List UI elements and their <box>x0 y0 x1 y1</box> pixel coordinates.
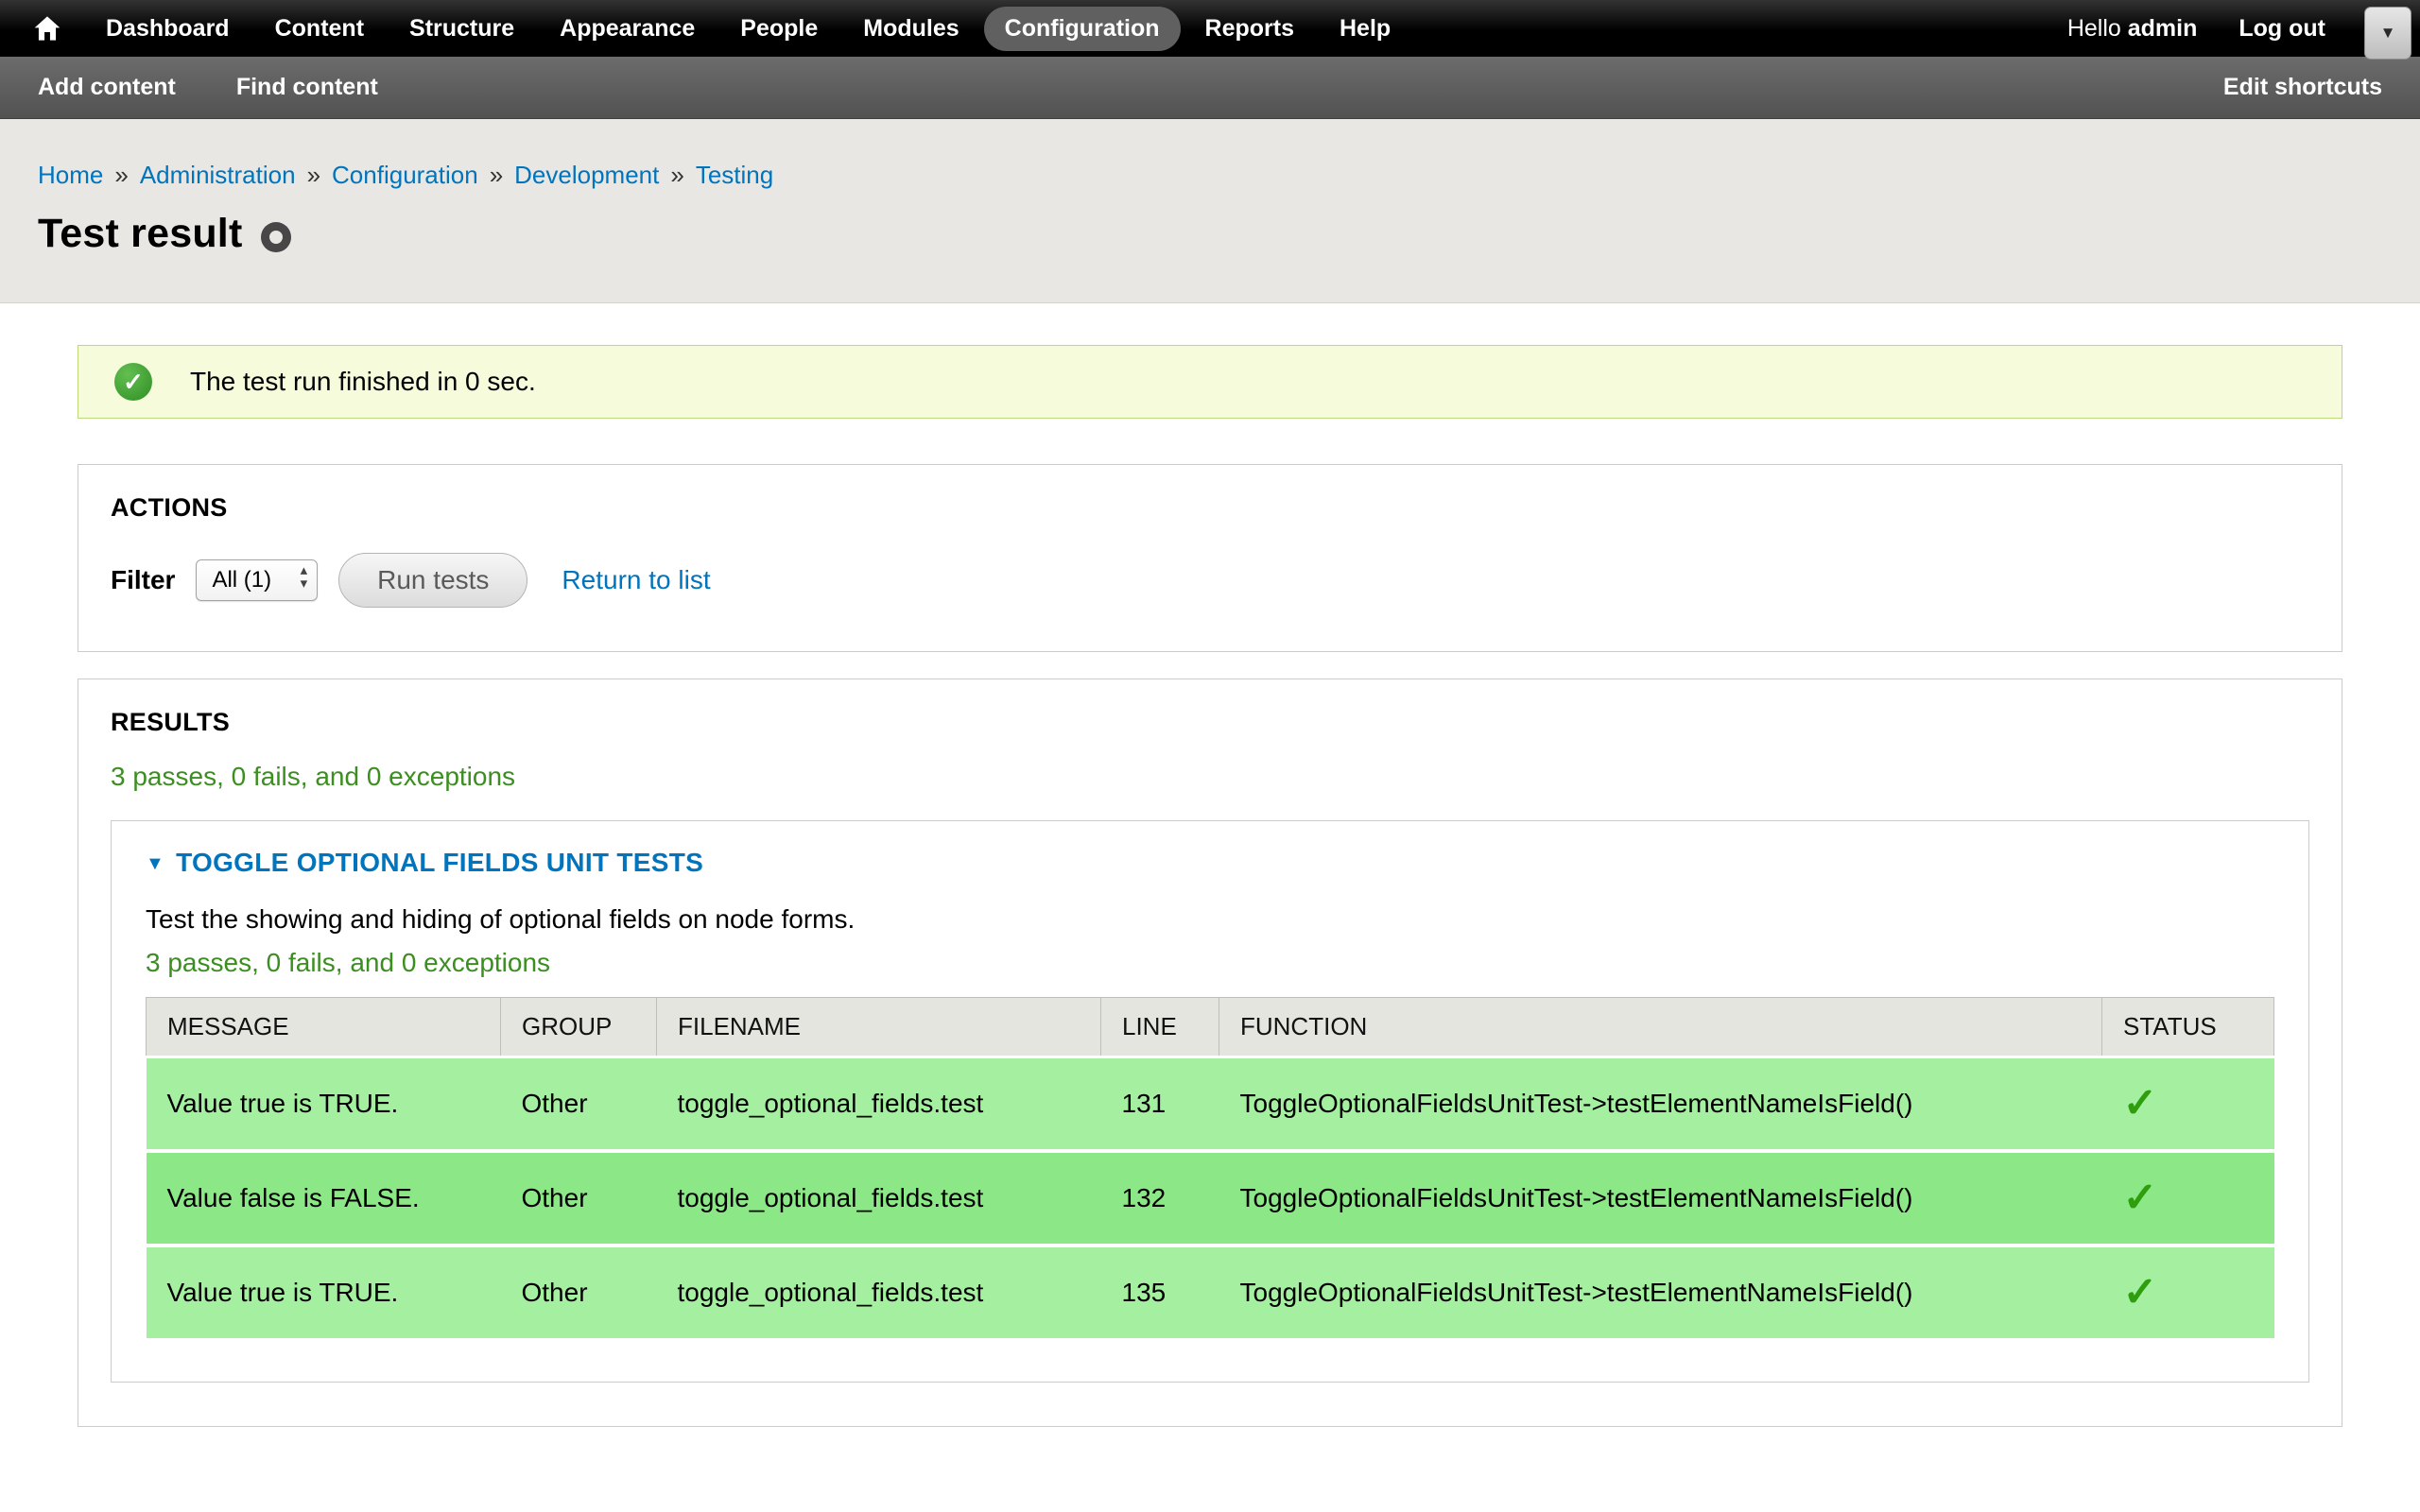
column-header-line: LINE <box>1101 998 1219 1057</box>
toolbar-item-help[interactable]: Help <box>1319 7 1411 51</box>
filter-row: Filter All (1) ▴▾ Run tests Return to li… <box>111 553 2309 608</box>
main-content: ✓ The test run finished in 0 sec. ACTION… <box>0 303 2420 1510</box>
filter-select[interactable]: All (1) ▴▾ <box>196 559 318 601</box>
breadcrumb-home[interactable]: Home <box>38 161 103 189</box>
page-header: Home » Administration » Configuration » Develo… <box>0 119 2420 303</box>
admin-toolbar: Dashboard Content Structure Appearance P… <box>0 0 2420 57</box>
edit-shortcuts-link[interactable]: Edit shortcuts <box>2223 74 2382 101</box>
actions-panel: ACTIONS Filter All (1) ▴▾ Run tests Retu… <box>78 464 2342 652</box>
home-icon[interactable] <box>19 0 76 57</box>
cell-status: ✓ <box>2102 1246 2274 1340</box>
cell-message: Value false is FALSE. <box>147 1151 501 1246</box>
cell-message: Value true is TRUE. <box>147 1057 501 1152</box>
toolbar-item-dashboard[interactable]: Dashboard <box>85 7 251 51</box>
table-header-row: MESSAGE GROUP FILENAME LINE FUNCTION STA… <box>147 998 2274 1057</box>
table-row: Value true is TRUE. Other toggle_optiona… <box>147 1246 2274 1340</box>
column-header-status: STATUS <box>2102 998 2274 1057</box>
select-arrows-icon: ▴▾ <box>301 564 308 592</box>
cell-line: 132 <box>1101 1151 1219 1246</box>
shortcut-find-content[interactable]: Find content <box>236 74 378 101</box>
cell-line: 135 <box>1101 1246 1219 1340</box>
results-panel: RESULTS 3 passes, 0 fails, and 0 excepti… <box>78 679 2342 1427</box>
cell-filename: toggle_optional_fields.test <box>657 1246 1101 1340</box>
cell-function: ToggleOptionalFieldsUnitTest->testElemen… <box>1219 1057 2102 1152</box>
cell-line: 131 <box>1101 1057 1219 1152</box>
test-group-title: TOGGLE OPTIONAL FIELDS UNIT TESTS <box>176 848 703 878</box>
results-table: MESSAGE GROUP FILENAME LINE FUNCTION STA… <box>146 997 2274 1342</box>
results-legend: RESULTS <box>111 708 2309 737</box>
toolbar-toggle-button[interactable]: ▼ <box>2364 7 2411 60</box>
breadcrumb-testing[interactable]: Testing <box>696 161 773 189</box>
gear-icon[interactable] <box>261 222 291 252</box>
pass-check-icon: ✓ <box>2123 1080 2158 1126</box>
title-row: Test result <box>38 211 2382 257</box>
results-summary: 3 passes, 0 fails, and 0 exceptions <box>111 762 2309 792</box>
breadcrumb-development[interactable]: Development <box>514 161 659 189</box>
page-title: Test result <box>38 211 242 257</box>
breadcrumb-administration[interactable]: Administration <box>140 161 296 189</box>
test-group-summary: 3 passes, 0 fails, and 0 exceptions <box>146 948 2274 978</box>
toolbar-item-structure[interactable]: Structure <box>389 7 535 51</box>
toolbar-user-area: Hello admin Log out <box>2067 15 2325 43</box>
toolbar-item-configuration[interactable]: Configuration <box>984 7 1181 51</box>
breadcrumb-separator: » <box>490 161 503 189</box>
column-header-message: MESSAGE <box>147 998 501 1057</box>
success-icon: ✓ <box>114 363 152 401</box>
table-row: Value true is TRUE. Other toggle_optiona… <box>147 1057 2274 1152</box>
breadcrumb-separator: » <box>307 161 320 189</box>
filter-label: Filter <box>111 565 175 595</box>
cell-filename: toggle_optional_fields.test <box>657 1151 1101 1246</box>
breadcrumb-separator: » <box>114 161 128 189</box>
test-group-toggle[interactable]: ▼ TOGGLE OPTIONAL FIELDS UNIT TESTS <box>146 848 2274 878</box>
column-header-filename: FILENAME <box>657 998 1101 1057</box>
return-to-list-link[interactable]: Return to list <box>562 565 710 595</box>
breadcrumb-configuration[interactable]: Configuration <box>332 161 478 189</box>
toolbar-item-modules[interactable]: Modules <box>842 7 979 51</box>
cell-status: ✓ <box>2102 1057 2274 1152</box>
shortcut-bar: Add content Find content Edit shortcuts <box>0 57 2420 119</box>
home-glyph <box>32 13 62 43</box>
pass-check-icon: ✓ <box>2123 1175 2158 1221</box>
cell-message: Value true is TRUE. <box>147 1246 501 1340</box>
cell-group: Other <box>501 1246 657 1340</box>
breadcrumb-separator: » <box>670 161 683 189</box>
breadcrumb: Home » Administration » Configuration » Develo… <box>38 161 2382 190</box>
status-text: The test run finished in 0 sec. <box>190 367 536 397</box>
cell-function: ToggleOptionalFieldsUnitTest->testElemen… <box>1219 1246 2102 1340</box>
check-glyph: ✓ <box>123 368 144 397</box>
column-header-function: FUNCTION <box>1219 998 2102 1057</box>
test-group-description: Test the showing and hiding of optional … <box>146 904 2274 935</box>
cell-function: ToggleOptionalFieldsUnitTest->testElemen… <box>1219 1151 2102 1246</box>
toolbar-item-content[interactable]: Content <box>254 7 385 51</box>
toolbar-item-people[interactable]: People <box>719 7 838 51</box>
cell-group: Other <box>501 1151 657 1246</box>
status-message: ✓ The test run finished in 0 sec. <box>78 345 2342 419</box>
column-header-group: GROUP <box>501 998 657 1057</box>
run-tests-button[interactable]: Run tests <box>338 553 527 608</box>
logout-link[interactable]: Log out <box>2238 15 2325 43</box>
username: admin <box>2128 15 2198 42</box>
greeting-text: Hello <box>2067 15 2128 42</box>
filter-select-value: All (1) <box>212 567 271 593</box>
collapse-arrow-icon: ▼ <box>146 853 164 875</box>
shortcut-add-content[interactable]: Add content <box>38 74 176 101</box>
chevron-down-icon: ▼ <box>2380 24 2396 43</box>
toolbar-item-appearance[interactable]: Appearance <box>539 7 716 51</box>
cell-status: ✓ <box>2102 1151 2274 1246</box>
toolbar-item-reports[interactable]: Reports <box>1184 7 1315 51</box>
actions-legend: ACTIONS <box>111 493 2309 523</box>
user-greeting: Hello admin <box>2067 15 2198 43</box>
pass-check-icon: ✓ <box>2123 1269 2158 1315</box>
cell-group: Other <box>501 1057 657 1152</box>
cell-filename: toggle_optional_fields.test <box>657 1057 1101 1152</box>
table-row: Value false is FALSE. Other toggle_optio… <box>147 1151 2274 1246</box>
test-group-fieldset: ▼ TOGGLE OPTIONAL FIELDS UNIT TESTS Test… <box>111 820 2309 1383</box>
toolbar-menu: Dashboard Content Structure Appearance P… <box>85 7 1411 51</box>
